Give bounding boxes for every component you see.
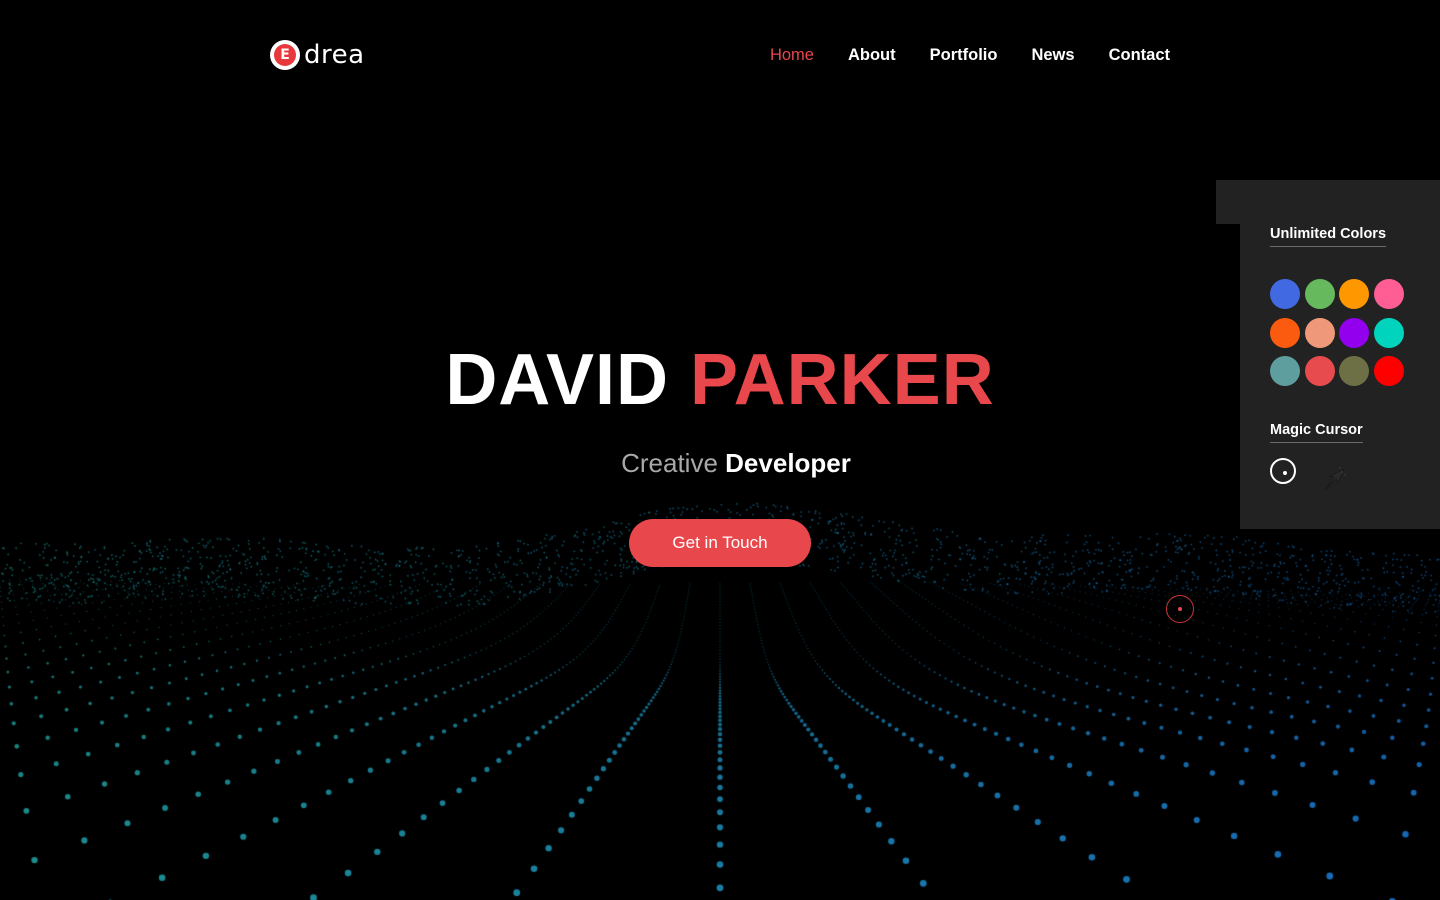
color-swatch-teal-gray[interactable] bbox=[1270, 356, 1300, 386]
nav-item-about[interactable]: About bbox=[848, 44, 896, 66]
color-swatch-turquoise[interactable] bbox=[1374, 318, 1404, 348]
hero-title: DAVID PARKER bbox=[0, 338, 1440, 422]
nav-item-news[interactable]: News bbox=[1031, 44, 1074, 66]
site-header: E drea Home About Portfolio News Contact bbox=[0, 0, 1440, 110]
color-swatch-red[interactable] bbox=[1374, 356, 1404, 386]
color-swatch-olive[interactable] bbox=[1339, 356, 1369, 386]
hero-subtitle: Creative Developer bbox=[16, 446, 1440, 480]
color-swatch-royal-blue[interactable] bbox=[1270, 279, 1300, 309]
nav-item-home[interactable]: Home bbox=[770, 44, 814, 66]
hero-first-name: DAVID bbox=[445, 340, 669, 420]
nav-item-portfolio[interactable]: Portfolio bbox=[930, 44, 998, 66]
nav-item-contact[interactable]: Contact bbox=[1109, 44, 1170, 66]
logo-text: drea bbox=[304, 40, 365, 70]
settings-panel: Unlimited Colors Magic Cursor bbox=[1240, 224, 1440, 529]
color-swatches bbox=[1270, 279, 1410, 386]
color-swatch-orange[interactable] bbox=[1339, 279, 1369, 309]
get-in-touch-button[interactable]: Get in Touch bbox=[629, 519, 811, 567]
settings-panel-tab[interactable] bbox=[1216, 180, 1440, 224]
main-nav: Home About Portfolio News Contact bbox=[770, 44, 1170, 66]
page: E drea Home About Portfolio News Contact… bbox=[0, 0, 1440, 900]
color-swatch-pink[interactable] bbox=[1374, 279, 1404, 309]
arrow-cursor-icon[interactable] bbox=[1320, 464, 1350, 494]
magic-cursor-heading: Magic Cursor bbox=[1270, 420, 1363, 443]
logo[interactable]: E drea bbox=[270, 39, 365, 71]
magic-cursor-dot bbox=[1178, 607, 1182, 611]
color-swatch-dark-orange[interactable] bbox=[1270, 318, 1300, 348]
color-swatch-coral-red[interactable] bbox=[1305, 356, 1335, 386]
circle-cursor-icon[interactable] bbox=[1270, 458, 1296, 484]
hero-subtitle-light: Creative bbox=[621, 448, 718, 478]
unlimited-colors-heading: Unlimited Colors bbox=[1270, 224, 1386, 247]
hero-last-name: PARKER bbox=[690, 340, 995, 420]
color-swatch-salmon[interactable] bbox=[1305, 318, 1335, 348]
hero-subtitle-bold: Developer bbox=[725, 448, 851, 478]
color-swatch-purple[interactable] bbox=[1339, 318, 1369, 348]
magic-cursor-icon bbox=[1166, 595, 1194, 623]
logo-mark-letter: E bbox=[274, 44, 296, 66]
logo-icon: E bbox=[270, 40, 300, 70]
color-swatch-green[interactable] bbox=[1305, 279, 1335, 309]
